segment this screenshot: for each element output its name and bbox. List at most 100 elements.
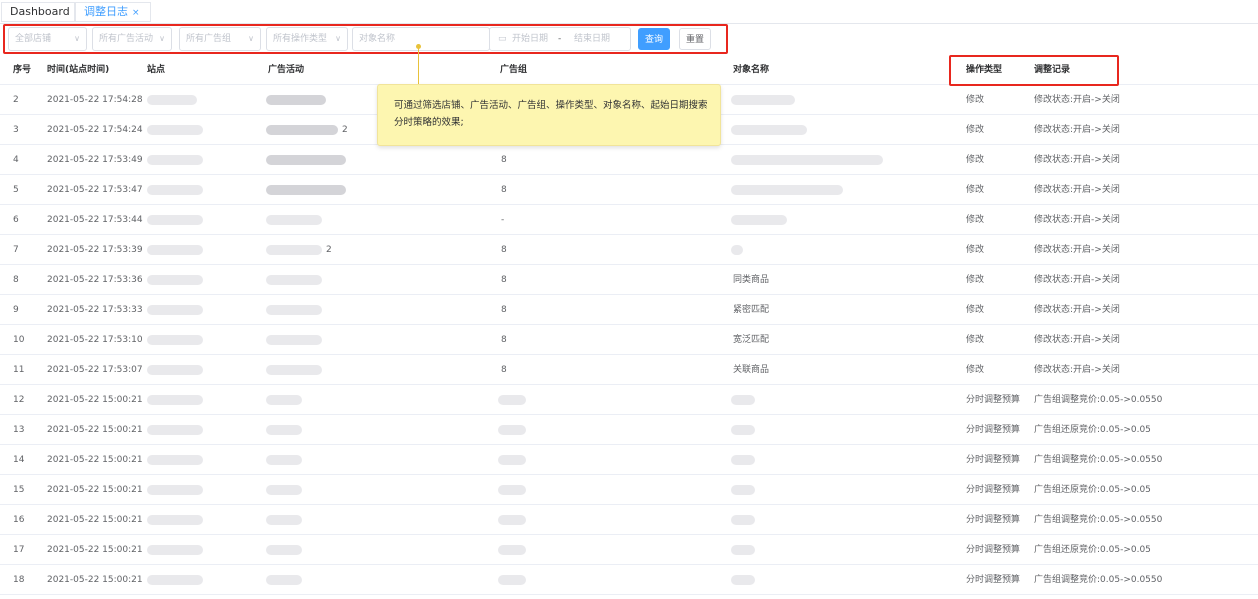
row-op-type: 修改 (966, 305, 985, 315)
row-record: 修改状态:开启->关闭 (1034, 95, 1120, 105)
object-redacted (731, 155, 883, 165)
row-number: 11 (13, 365, 25, 375)
campaign-redacted (266, 155, 346, 165)
row-adgroup: 8 (501, 305, 507, 315)
table-row: 5 2021-05-22 17:53:47 8 修改 修改状态:开启->关闭 (0, 175, 1258, 205)
row-time: 2021-05-22 17:53:39 (47, 245, 143, 255)
row-op-type: 分时调整预算 (966, 455, 1021, 465)
column-header: 对象名称 (733, 65, 770, 75)
object-redacted (731, 545, 755, 555)
campaign-suffix: 2 (342, 125, 348, 135)
station-redacted (147, 515, 203, 525)
tab-adjust-log[interactable]: 调整日志 × (75, 2, 151, 22)
close-icon[interactable]: × (132, 8, 140, 18)
row-adgroup: 8 (501, 365, 507, 375)
row-op-type: 修改 (966, 215, 985, 225)
adgroup-redacted (498, 425, 526, 435)
adgroup-redacted (498, 485, 526, 495)
row-number: 10 (13, 335, 25, 345)
row-adgroup: 8 (501, 185, 507, 195)
campaign-redacted (266, 335, 322, 345)
row-adgroup: - (501, 215, 505, 225)
station-redacted (147, 455, 203, 465)
row-time: 2021-05-22 15:00:21 (47, 455, 143, 465)
row-time: 2021-05-22 15:00:21 (47, 545, 143, 555)
row-time: 2021-05-22 15:00:21 (47, 395, 143, 405)
station-redacted (147, 485, 203, 495)
column-header: 时间(站点时间) (47, 65, 110, 75)
row-time: 2021-05-22 17:53:07 (47, 365, 143, 375)
row-time: 2021-05-22 17:54:28 (47, 95, 143, 105)
adgroup-redacted (498, 455, 526, 465)
row-record: 修改状态:开启->关闭 (1034, 185, 1120, 195)
adgroup-redacted (498, 395, 526, 405)
campaign-suffix: 2 (326, 245, 332, 255)
object-redacted (731, 215, 787, 225)
tooltip-connector (418, 46, 419, 86)
row-op-type: 分时调整预算 (966, 395, 1021, 405)
campaign-redacted (266, 185, 346, 195)
row-number: 18 (13, 575, 25, 585)
row-number: 12 (13, 395, 25, 405)
row-time: 2021-05-22 15:00:21 (47, 575, 143, 585)
row-op-type: 分时调整预算 (966, 515, 1021, 525)
row-object-name: 宽泛匹配 (733, 335, 770, 345)
station-redacted (147, 365, 203, 375)
station-redacted (147, 125, 203, 135)
object-redacted (731, 485, 755, 495)
row-number: 17 (13, 545, 25, 555)
campaign-redacted (266, 365, 322, 375)
table-row: 13 2021-05-22 15:00:21 分时调整预算 广告组还原竞价:0.05-… (0, 415, 1258, 445)
tabs-bar: Dashboard 调整日志 × (0, 0, 1258, 24)
row-adgroup: 8 (501, 335, 507, 345)
row-number: 8 (13, 275, 19, 285)
row-time: 2021-05-22 15:00:21 (47, 485, 143, 495)
campaign-redacted (266, 275, 322, 285)
object-redacted (731, 95, 795, 105)
table-row: 15 2021-05-22 15:00:21 分时调整预算 广告组还原竞价:0.05-… (0, 475, 1258, 505)
row-object-name: 紧密匹配 (733, 305, 770, 315)
row-time: 2021-05-22 15:00:21 (47, 425, 143, 435)
row-time: 2021-05-22 17:53:33 (47, 305, 143, 315)
row-op-type: 修改 (966, 245, 985, 255)
station-redacted (147, 335, 203, 345)
object-redacted (731, 395, 755, 405)
table-row: 4 2021-05-22 17:53:49 8 修改 修改状态:开启->关闭 (0, 145, 1258, 175)
station-redacted (147, 275, 203, 285)
station-redacted (147, 95, 197, 105)
table-row: 9 2021-05-22 17:53:33 8 紧密匹配 修改 修改状态:开启->关闭 (0, 295, 1258, 325)
row-adgroup: 8 (501, 155, 507, 165)
row-number: 4 (13, 155, 19, 165)
row-record: 修改状态:开启->关闭 (1034, 365, 1120, 375)
row-time: 2021-05-22 17:53:47 (47, 185, 143, 195)
row-object-name: 同类商品 (733, 275, 770, 285)
row-number: 5 (13, 185, 19, 195)
row-op-type: 修改 (966, 275, 985, 285)
tooltip-anchor-dot (416, 44, 421, 49)
campaign-redacted (266, 485, 302, 495)
campaign-redacted (266, 545, 302, 555)
object-redacted (731, 245, 743, 255)
tab-dashboard[interactable]: Dashboard (1, 2, 75, 22)
table-row: 11 2021-05-22 17:53:07 8 关联商品 修改 修改状态:开启->关闭 (0, 355, 1258, 385)
row-record: 修改状态:开启->关闭 (1034, 335, 1120, 345)
toolbar-highlight-box (3, 24, 728, 54)
row-number: 16 (13, 515, 25, 525)
row-record: 修改状态:开启->关闭 (1034, 305, 1120, 315)
table-row: 8 2021-05-22 17:53:36 8 同类商品 修改 修改状态:开启->关闭 (0, 265, 1258, 295)
row-op-type: 分时调整预算 (966, 485, 1021, 495)
row-record: 修改状态:开启->关闭 (1034, 275, 1120, 285)
row-object-name: 关联商品 (733, 365, 770, 375)
adgroup-redacted (498, 575, 526, 585)
station-redacted (147, 155, 203, 165)
object-redacted (731, 575, 755, 585)
row-number: 7 (13, 245, 19, 255)
object-redacted (731, 515, 755, 525)
row-number: 15 (13, 485, 25, 495)
column-header: 站点 (147, 65, 166, 75)
row-op-type: 修改 (966, 95, 985, 105)
header-highlight-box (949, 55, 1119, 86)
station-redacted (147, 545, 203, 555)
table-row: 16 2021-05-22 15:00:21 分时调整预算 广告组调整竞价:0.05-… (0, 505, 1258, 535)
row-number: 3 (13, 125, 19, 135)
